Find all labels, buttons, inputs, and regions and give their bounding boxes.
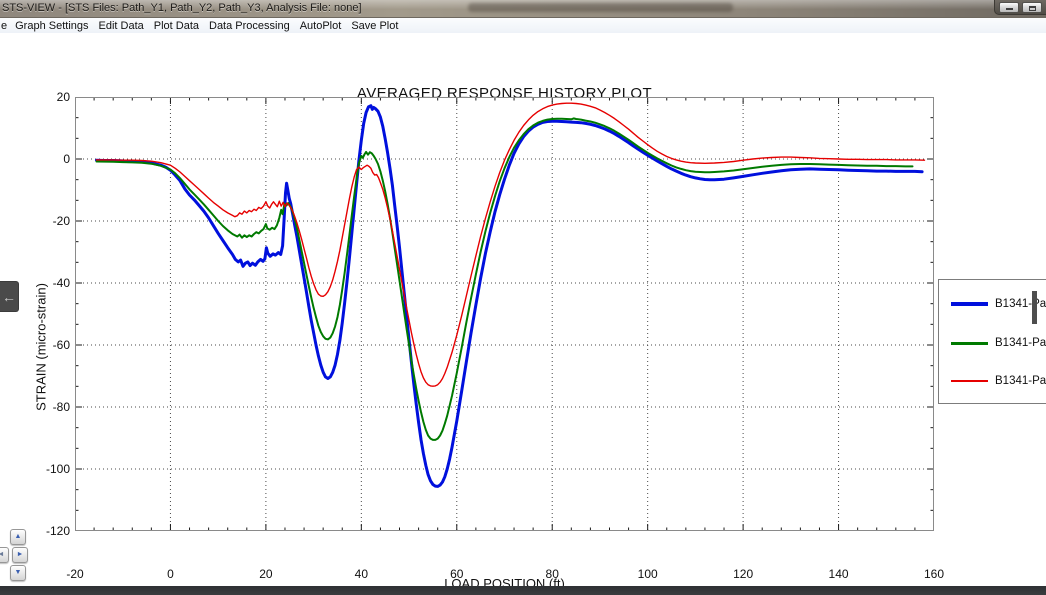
legend-box: B1341-Path_Y B1341-Path_Y B1341-Path_Y bbox=[938, 279, 1046, 404]
y-tick-label: 0 bbox=[18, 152, 70, 167]
menu-item-save-plot[interactable]: Save Plot bbox=[346, 20, 403, 32]
x-tick-label: 80 bbox=[527, 567, 577, 581]
menu-item-e[interactable]: e bbox=[0, 20, 10, 32]
y-tick-label: -80 bbox=[18, 400, 70, 415]
plot-canvas bbox=[75, 97, 934, 531]
maximize-icon bbox=[1029, 6, 1036, 11]
pan-up-button[interactable]: ▲ bbox=[10, 529, 26, 545]
back-button[interactable]: ← bbox=[0, 281, 19, 312]
x-tick-label: 120 bbox=[718, 567, 768, 581]
menu-item-edit-data[interactable]: Edit Data bbox=[94, 20, 149, 32]
window-controls bbox=[994, 0, 1046, 15]
back-arrow-icon: ← bbox=[2, 289, 16, 305]
background-window-ghost bbox=[468, 3, 733, 12]
x-tick-label: 160 bbox=[909, 567, 959, 581]
y-tick-label: 20 bbox=[18, 90, 70, 105]
window-title: STS-VIEW - [STS Files: Path_Y1, Path_Y2,… bbox=[2, 2, 362, 14]
arrow-down-icon: ▼ bbox=[15, 569, 22, 576]
y-tick-label: -100 bbox=[18, 462, 70, 477]
y-tick-label: -60 bbox=[18, 338, 70, 353]
menu-bar: eGraph SettingsEdit DataPlot DataData Pr… bbox=[0, 18, 1046, 33]
x-tick-label: 60 bbox=[432, 567, 482, 581]
x-tick-label: 140 bbox=[814, 567, 864, 581]
menu-item-autoplot[interactable]: AutoPlot bbox=[295, 20, 347, 32]
minimize-icon bbox=[1006, 8, 1013, 10]
chart-area: AVERAGED RESPONSE HISTORY PLOT STRAIN (m… bbox=[0, 33, 1046, 586]
taskbar-edge bbox=[0, 586, 1046, 595]
maximize-button[interactable] bbox=[1022, 2, 1042, 13]
legend-label: B1341-Path_Y bbox=[995, 337, 1046, 349]
legend-entry: B1341-Path_Y bbox=[951, 372, 1046, 390]
menu-item-plot-data[interactable]: Plot Data bbox=[149, 20, 204, 32]
scrollbar-thumb-artifact bbox=[1032, 291, 1037, 324]
y-tick-label: -40 bbox=[18, 276, 70, 291]
x-tick-label: 100 bbox=[623, 567, 673, 581]
legend-entry: B1341-Path_Y bbox=[951, 334, 1046, 352]
arrow-up-icon: ▲ bbox=[15, 533, 22, 540]
y-tick-label: -20 bbox=[18, 214, 70, 229]
menu-item-graph-settings[interactable]: Graph Settings bbox=[10, 20, 93, 32]
x-tick-label: -20 bbox=[50, 567, 100, 581]
arrow-right-icon: ► bbox=[17, 551, 24, 558]
pan-left-button[interactable]: ◄ bbox=[0, 547, 9, 563]
arrow-left-icon: ◄ bbox=[0, 551, 4, 558]
legend-label: B1341-Path_Y bbox=[995, 298, 1046, 310]
pan-right-button[interactable]: ► bbox=[12, 547, 28, 563]
x-tick-label: 20 bbox=[241, 567, 291, 581]
x-tick-label: 0 bbox=[145, 567, 195, 581]
titlebar[interactable]: STS-VIEW - [STS Files: Path_Y1, Path_Y2,… bbox=[0, 0, 1046, 18]
legend-line-sample-blue bbox=[951, 302, 988, 306]
minimize-button[interactable] bbox=[999, 2, 1019, 13]
legend-line-sample-red bbox=[951, 380, 988, 382]
pan-down-button[interactable]: ▼ bbox=[10, 565, 26, 581]
legend-line-sample-green bbox=[951, 342, 988, 345]
menu-item-data-processing[interactable]: Data Processing bbox=[204, 20, 295, 32]
legend-label: B1341-Path_Y bbox=[995, 375, 1046, 387]
x-tick-label: 40 bbox=[336, 567, 386, 581]
